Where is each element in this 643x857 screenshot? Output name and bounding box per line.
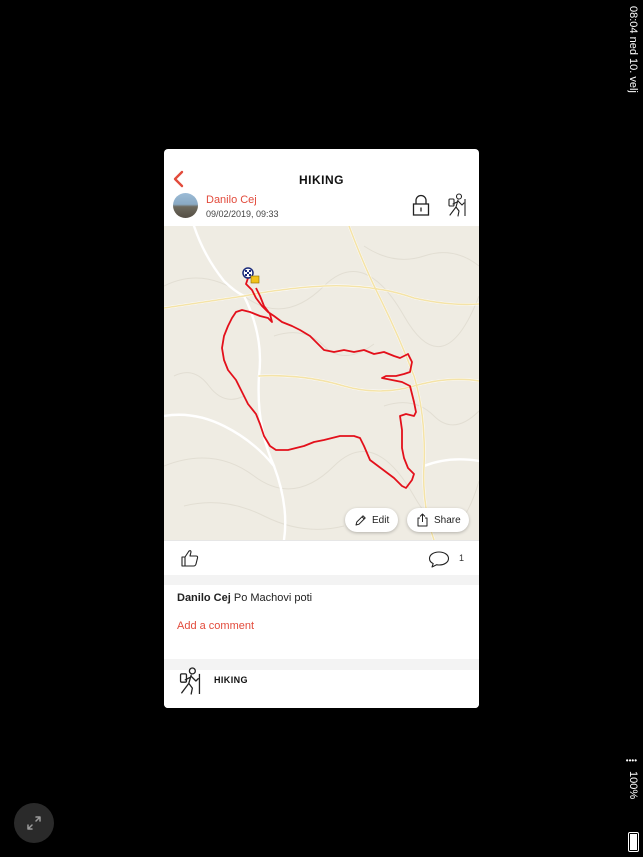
privacy-lock-button[interactable]: [412, 194, 430, 216]
post-text: Po Machovi poti: [233, 592, 313, 604]
lock-icon: [412, 194, 430, 216]
divider: [164, 575, 479, 585]
route-map[interactable]: Edit Share: [164, 226, 479, 540]
edit-label: Edit: [372, 514, 390, 526]
comment-count: 1: [459, 553, 465, 563]
pencil-icon: [355, 514, 366, 525]
activity-type-row: HIKING: [164, 667, 479, 708]
status-time-date: 08:04 ned 10. velj: [627, 6, 639, 93]
activity-card: HIKING Danilo Cej 09/02/2019, 09:33 Edit…: [164, 149, 479, 708]
page-title: HIKING: [299, 173, 344, 187]
card-header: HIKING Danilo Cej 09/02/2019, 09:33: [164, 149, 479, 225]
battery-percent: 100%: [627, 771, 639, 800]
activity-timestamp: 09/02/2019, 09:33: [206, 209, 279, 219]
battery-icon: [628, 832, 639, 852]
edit-button[interactable]: Edit: [345, 508, 398, 532]
share-button[interactable]: Share: [407, 508, 469, 532]
thumbs-up-icon: [181, 550, 199, 567]
comment-button[interactable]: [428, 551, 450, 573]
start-marker-icon: [250, 275, 260, 284]
share-label: Share: [434, 514, 461, 526]
user-name-link[interactable]: Danilo Cej: [206, 194, 257, 206]
post-author[interactable]: Danilo Cej: [177, 592, 231, 604]
activity-type-button[interactable]: [446, 193, 468, 217]
avatar[interactable]: [173, 193, 198, 218]
share-icon: [417, 513, 428, 527]
status-bar-time: 08:04 ned 10. velj: [626, 6, 640, 106]
hiker-icon: [179, 667, 201, 695]
expand-button[interactable]: [14, 803, 54, 843]
map-canvas: [164, 226, 479, 540]
social-actions-bar: 1: [164, 540, 479, 576]
post-description: Danilo Cej Po Machovi poti: [177, 592, 312, 604]
add-comment-link[interactable]: Add a comment: [177, 620, 254, 632]
post-section: Danilo Cej Po Machovi poti Add a comment: [164, 585, 479, 659]
activity-type-label: HIKING: [214, 675, 248, 685]
expand-icon: [27, 816, 41, 830]
divider: [164, 659, 479, 670]
hiker-icon: [448, 193, 466, 217]
like-button[interactable]: [180, 549, 200, 572]
comment-icon: [428, 551, 450, 568]
